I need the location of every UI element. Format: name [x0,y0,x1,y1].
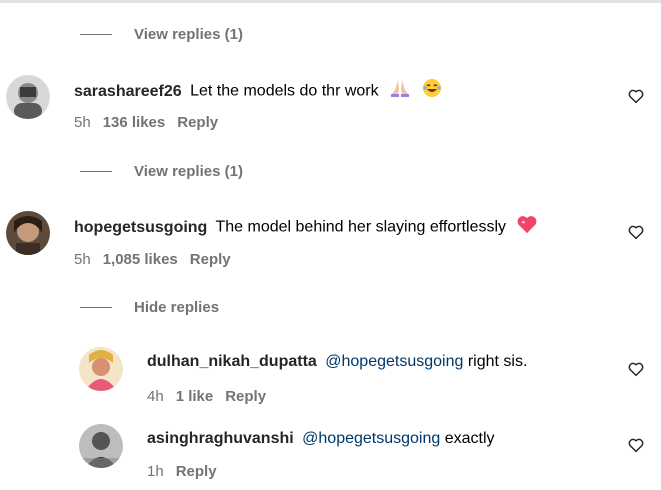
comment-text-line: hopegetsusgoing The model behind her sla… [74,214,538,241]
reply-button[interactable]: Reply [225,388,266,405]
heart-outline-icon[interactable] [627,87,645,105]
reply-likes[interactable]: 1 like [176,388,214,405]
reply-text: exactly [444,430,495,447]
comment-username[interactable]: sarashareef26 [74,83,182,100]
replies-divider-line [80,33,112,35]
reply-button[interactable]: Reply [176,463,217,480]
pink-heart-icon [516,214,538,241]
reply-time: 4h [147,388,164,405]
view-replies-label: View replies (1) [134,25,243,43]
comment-text-line: sarashareef26 Let the models do thr work [74,78,442,105]
comment-time: 5h [74,114,91,131]
avatar[interactable] [79,424,123,468]
reply-text-line: dulhan_nikah_dupatta @hopegetsusgoing ri… [147,351,527,373]
heart-outline-icon[interactable] [627,223,645,241]
reply-button[interactable]: Reply [177,114,218,131]
comment-text: Let the models do thr work [190,82,379,100]
avatar[interactable] [6,75,50,119]
reply-button[interactable]: Reply [190,251,231,268]
reply-meta: 1h Reply [147,463,229,480]
top-divider [0,0,661,3]
reply-mention[interactable]: @hopegetsusgoing [325,353,463,370]
comment-meta: 5h 136 likes Reply [74,114,230,131]
view-replies-toggle[interactable]: View replies (1) [80,161,243,181]
heart-outline-icon[interactable] [627,360,645,378]
view-replies-toggle[interactable]: View replies (1) [80,24,243,44]
reply-text: right sis. [467,353,528,370]
comment-likes[interactable]: 136 likes [103,114,166,131]
avatar[interactable] [79,347,123,391]
comment-username[interactable]: hopegetsusgoing [74,219,207,236]
reply-time: 1h [147,463,164,480]
hide-replies-label: Hide replies [134,298,220,316]
reply-username[interactable]: asinghraghuvanshi [147,430,294,447]
hide-replies-toggle[interactable]: Hide replies [80,297,219,317]
comment-meta: 5h 1,085 likes Reply [74,251,243,268]
reply-meta: 4h 1 like Reply [147,388,278,405]
comment-time: 5h [74,251,91,268]
heart-outline-icon[interactable] [627,436,645,454]
avatar[interactable] [6,211,50,255]
praying-hands-icon [389,78,411,105]
view-replies-label: View replies (1) [134,162,243,180]
reply-mention[interactable]: @hopegetsusgoing [302,430,440,447]
reply-text-line: asinghraghuvanshi @hopegetsusgoing exact… [147,428,495,450]
replies-divider-line [80,306,112,308]
laughing-face-icon [422,78,442,105]
comment-likes[interactable]: 1,085 likes [103,251,178,268]
replies-divider-line [80,170,112,172]
reply-username[interactable]: dulhan_nikah_dupatta [147,353,317,370]
comment-text: The model behind her slaying effortlessl… [215,218,507,236]
